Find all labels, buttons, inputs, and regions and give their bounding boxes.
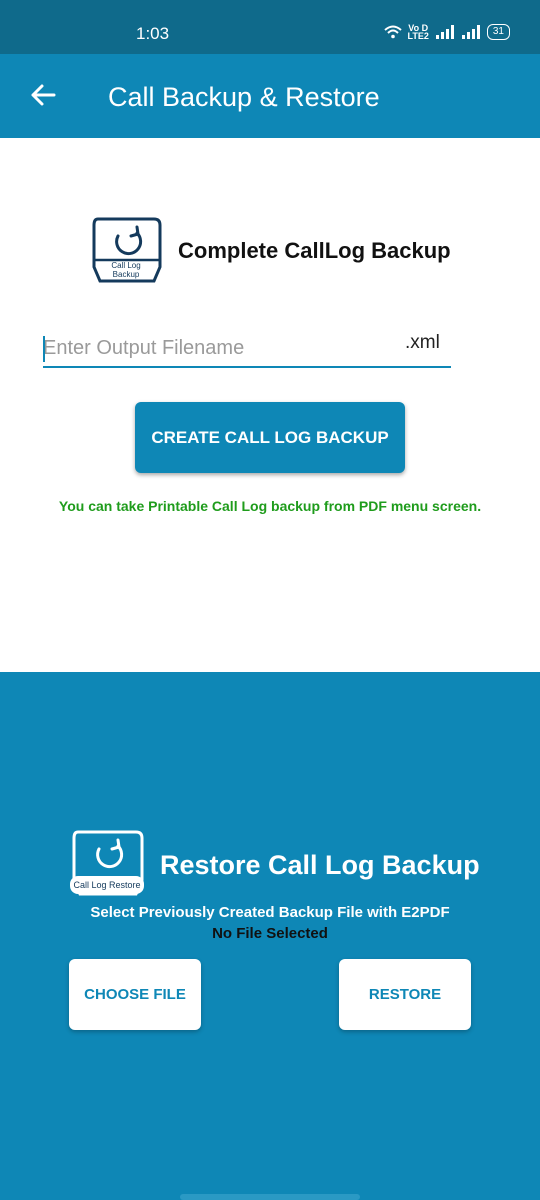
text-cursor [43, 336, 45, 362]
signal-icon [435, 25, 454, 39]
page-title: Call Backup & Restore [108, 82, 380, 112]
restore-title: Restore Call Log Backup [160, 850, 480, 880]
choose-file-button[interactable]: CHOOSE FILE [69, 959, 201, 1030]
status-time: 1:03 [136, 24, 170, 43]
arrow-left-icon[interactable] [28, 80, 58, 110]
backup-section: Call Log Backup Complete CallLog Backup … [0, 138, 540, 672]
pdf-note: You can take Printable Call Log backup f… [58, 498, 482, 514]
backup-logo-label: Call Log [111, 261, 140, 270]
backup-title: Complete CallLog Backup [178, 238, 451, 263]
signal-icon-2 [461, 25, 480, 39]
restore-logo-icon: Call Log Restore [70, 830, 144, 896]
restore-section: Call Log Restore Restore Call Log Backup… [0, 672, 540, 1200]
file-status: No File Selected [212, 925, 328, 942]
restore-button[interactable]: RESTORE [339, 959, 471, 1030]
app-bar: Call Backup & Restore [0, 54, 540, 138]
create-backup-button[interactable]: CREATE CALL LOG BACKUP [135, 402, 405, 473]
file-extension-label: .xml [405, 332, 440, 353]
battery-icon: 31 [486, 24, 510, 40]
filename-input[interactable] [43, 334, 383, 362]
status-bar: 1:03 Vo D LTE2 31 [0, 0, 540, 54]
volte-indicator: Vo D LTE2 [407, 23, 429, 41]
backup-logo-icon: Call Log Backup [92, 217, 162, 283]
status-icons: Vo D LTE2 31 [383, 23, 510, 41]
restore-subtitle: Select Previously Created Backup File wi… [90, 904, 450, 921]
navigation-handle[interactable] [180, 1194, 360, 1200]
restore-logo-label: Call Log Restore [73, 880, 140, 890]
filename-field[interactable] [43, 326, 451, 368]
wifi-icon [383, 25, 402, 39]
backup-logo-label-2: Backup [113, 270, 140, 279]
